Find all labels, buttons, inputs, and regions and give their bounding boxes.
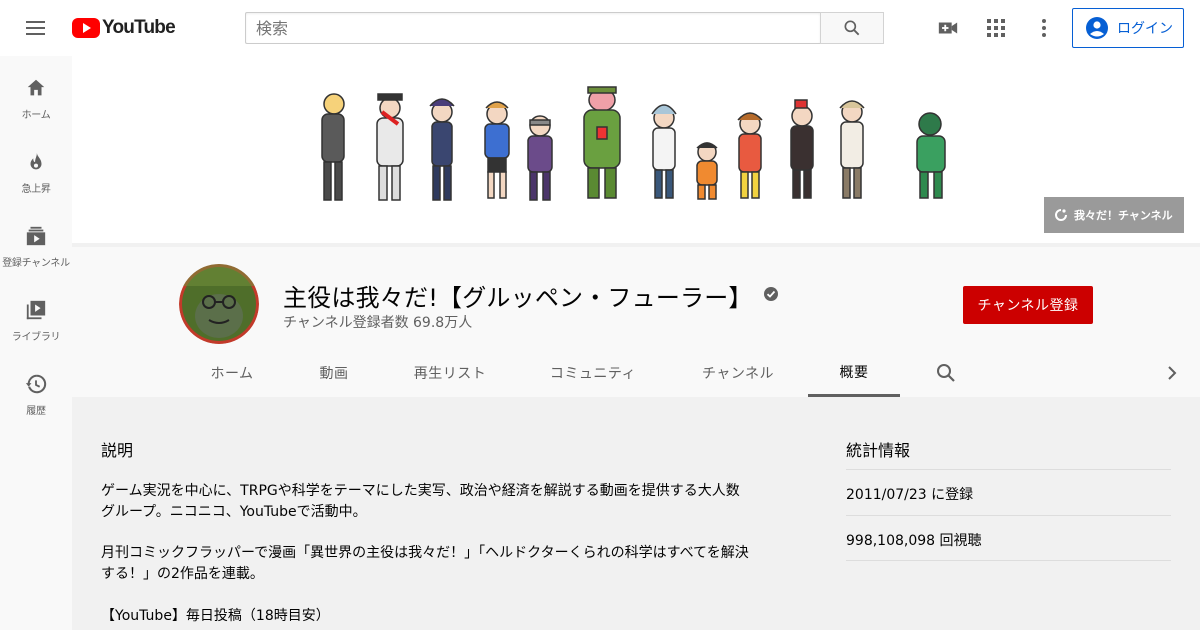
guide-item-label: 履歴 [26,406,46,417]
menu-icon[interactable] [20,14,52,42]
subscriber-count: チャンネル登録者数 69.8万人 [283,315,473,331]
youtube-logo[interactable]: YouTube [72,16,176,40]
description-paragraph-1: ゲーム実況を中心に、TRPGや科学をテーマにした実写、政治や経済を解説する動画を… [101,483,740,520]
views-text: 998,108,098 回視聴 [846,533,982,549]
tab-playlists[interactable]: 再生リスト [396,349,504,397]
description-paragraph-3: 【YouTube】毎日投稿（18時目安） [101,608,330,624]
video-camera-plus-icon [938,22,958,34]
guide-item-label: ホーム [21,110,51,121]
guide-item-label: 急上昇 [21,184,51,195]
channel-tabs: ホーム 動画 再生リスト コミュニティ チャンネル 概要 [0,349,1200,397]
subscribe-button[interactable]: チャンネル登録 [963,286,1093,324]
guide-item-label: 登録チャンネル [2,258,70,269]
more-vert-icon [1042,19,1046,37]
verified-badge-icon [764,287,778,301]
banner-channel-link[interactable]: 我々だ！チャンネル [1044,197,1184,233]
channel-link-icon [1055,209,1067,221]
channel-search-icon[interactable] [934,361,958,385]
search-button[interactable] [820,12,884,44]
description-paragraph-2: 月刊コミックフラッパーで漫画「異世界の主役は我々だ！」「ヘルドクターくられの科学… [101,545,749,582]
description-heading: 説明 [101,441,134,460]
login-label: ログイン [1117,21,1173,37]
create-video-button[interactable] [930,14,966,42]
channel-avatar[interactable] [179,264,259,344]
mini-guide: ホーム 急上昇 登録チャンネル ライブラリ 履歴 [0,56,72,630]
stat-view-count: 998,108,098 回視聴 [846,515,1171,561]
guide-item-subscriptions[interactable]: 登録チャンネル [0,204,72,278]
apps-grid-icon [987,19,1005,37]
tab-about[interactable]: 概要 [808,349,900,397]
guide-item-home[interactable]: ホーム [0,56,72,130]
account-circle-icon [1086,17,1108,39]
play-logo-icon [72,18,100,38]
home-icon [24,76,48,100]
channel-title: 主役は我々だ!【グルッペン・フューラー】 [283,284,753,312]
apps-button[interactable] [978,14,1014,42]
login-button[interactable]: ログイン [1072,8,1184,48]
fire-icon [24,150,48,174]
subscriptions-icon [24,224,48,248]
settings-more-button[interactable] [1026,14,1062,42]
search-icon [844,20,860,36]
library-icon [24,298,48,322]
masthead: YouTube ログイン [0,0,1200,56]
joined-text: 2011/07/23 に登録 [846,487,974,503]
guide-item-label: ライブラリ [11,332,61,343]
tab-home[interactable]: ホーム [192,349,272,397]
stat-joined-date: 2011/07/23 に登録 [846,469,1171,515]
logo-text: YouTube [102,17,176,38]
stats-heading: 統計情報 [846,441,911,460]
guide-item-trending[interactable]: 急上昇 [0,130,72,204]
guide-item-library[interactable]: ライブラリ [0,278,72,352]
search-input[interactable] [245,12,820,44]
tab-community[interactable]: コミュニティ [533,349,653,397]
channel-banner: 我々だ！チャンネル [72,56,1200,243]
banner-illustration [321,86,946,201]
avatar-image [179,264,259,344]
tab-channels[interactable]: チャンネル [686,349,790,397]
search-box [245,12,884,44]
chevron-right-icon[interactable] [1160,361,1184,385]
banner-link-label: 我々だ！チャンネル [1074,209,1173,222]
tab-videos[interactable]: 動画 [296,349,372,397]
